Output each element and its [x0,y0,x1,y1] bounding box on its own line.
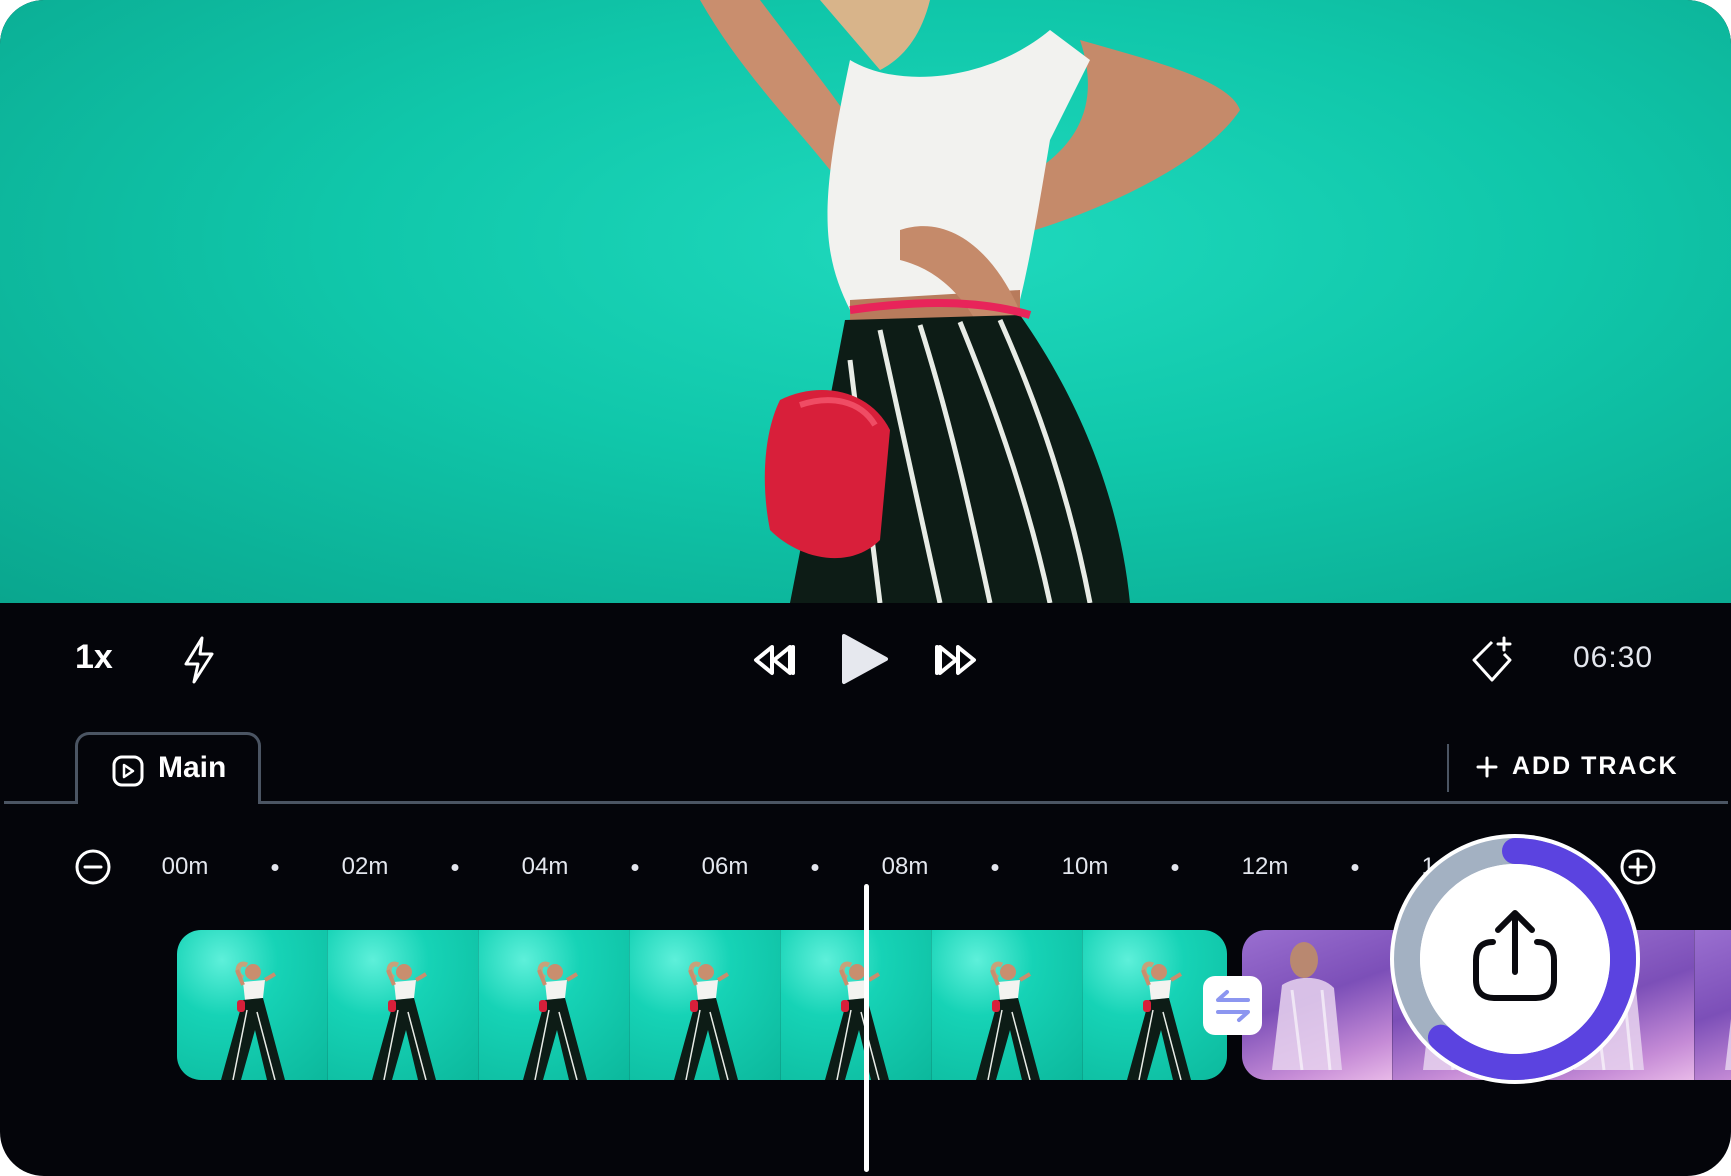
ruler-tick-label: 04m [521,853,569,880]
ruler-dot [631,864,639,871]
ruler-tick-label: 10m [1061,853,1109,880]
ruler-dot [1171,864,1179,871]
tracks-divider [4,801,1728,804]
transition-button[interactable] [1203,976,1262,1035]
ruler-dot [451,864,459,871]
ruler-dot [991,864,999,871]
ruler-dot [811,864,819,871]
plus-icon [1476,756,1498,777]
ruler-dot [1351,864,1359,871]
magic-diamond-icon[interactable] [1470,636,1516,684]
ruler-tick-label: 12m [1241,853,1289,880]
clip-thumbnail [630,930,781,1080]
ruler-dot [271,864,279,871]
video-editor: 1x 06:30 Main ADD TRACK 00m 02m 04m 06m 08m 1… [0,0,1731,1176]
video-icon [112,755,144,787]
clip-thumbnail [328,930,479,1080]
flash-icon[interactable] [182,636,216,684]
preview-image [700,0,1240,603]
ruler-tick-label: 08m [881,853,929,880]
add-track-label: ADD TRACK [1512,752,1679,780]
rewind-icon[interactable] [752,644,796,676]
clip-thumbnail [932,930,1083,1080]
clip-thumbnail [1695,930,1731,1080]
clip-thumbnail [479,930,630,1080]
duration-display: 06:30 [1573,641,1654,674]
playhead[interactable] [864,884,869,1172]
clip-thumbnail [177,930,328,1080]
video-clip-main[interactable] [177,930,1227,1080]
add-track-button[interactable]: ADD TRACK [1476,752,1679,781]
swap-arrows-icon [1215,989,1250,1022]
clip-thumbnail [781,930,932,1080]
playback-speed-button[interactable]: 1x [75,638,113,677]
zoom-out-icon[interactable] [74,848,112,886]
tab-main[interactable]: Main [75,732,261,804]
clip-thumbnail [1242,930,1393,1080]
toolbar-divider [1447,744,1449,792]
ruler-tick-label: 06m [701,853,749,880]
export-button[interactable] [1388,832,1642,1086]
play-icon[interactable] [840,632,890,686]
tab-main-label: Main [158,751,227,784]
video-preview[interactable] [0,0,1731,603]
ruler-tick-label: 00m [161,853,209,880]
ruler-tick-label: 02m [341,853,389,880]
fast-forward-icon[interactable] [934,644,978,676]
